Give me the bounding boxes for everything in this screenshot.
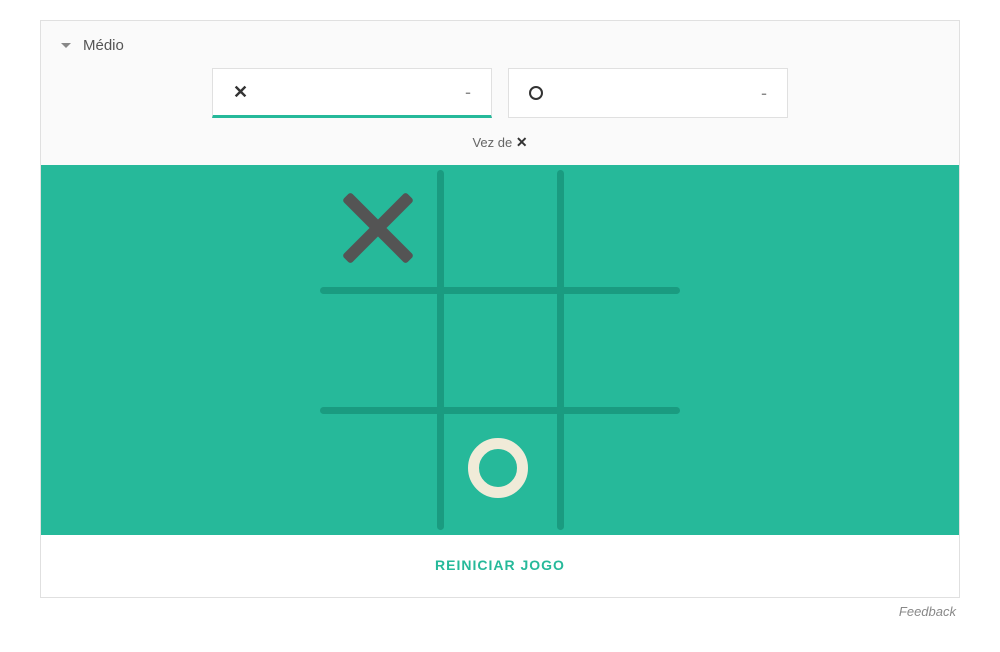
cell-1-2[interactable] [560,290,676,406]
score-card-x[interactable]: ✕ - [212,68,492,118]
turn-label: Vez de ✕ [41,130,959,165]
restart-area: REINICIAR JOGO [41,535,959,597]
header: Médio [41,21,959,64]
cell-1-1[interactable] [440,290,556,406]
mark-x [343,193,413,263]
turn-symbol: ✕ [516,134,528,150]
score-value-x: - [465,82,471,103]
score-card-o[interactable]: - [508,68,788,118]
x-icon: ✕ [233,82,248,103]
turn-prefix: Vez de [472,135,515,150]
cell-2-0[interactable] [320,410,436,526]
game-container: Médio ✕ - - Vez de ✕ REINICIAR JOGO [40,20,960,598]
dropdown-icon[interactable] [61,43,71,48]
feedback-link[interactable]: Feedback [40,598,960,625]
restart-button[interactable]: REINICIAR JOGO [435,557,565,573]
difficulty-label[interactable]: Médio [83,37,124,54]
cell-2-1[interactable] [440,410,556,526]
o-icon [529,86,543,100]
score-row: ✕ - - [41,64,959,130]
board [320,170,680,530]
cell-0-2[interactable] [560,170,676,286]
cell-0-0[interactable] [320,170,436,286]
cell-0-1[interactable] [440,170,556,286]
game-area [41,165,959,535]
mark-o [468,438,528,498]
cell-1-0[interactable] [320,290,436,406]
score-value-o: - [761,83,767,104]
cell-2-2[interactable] [560,410,676,526]
